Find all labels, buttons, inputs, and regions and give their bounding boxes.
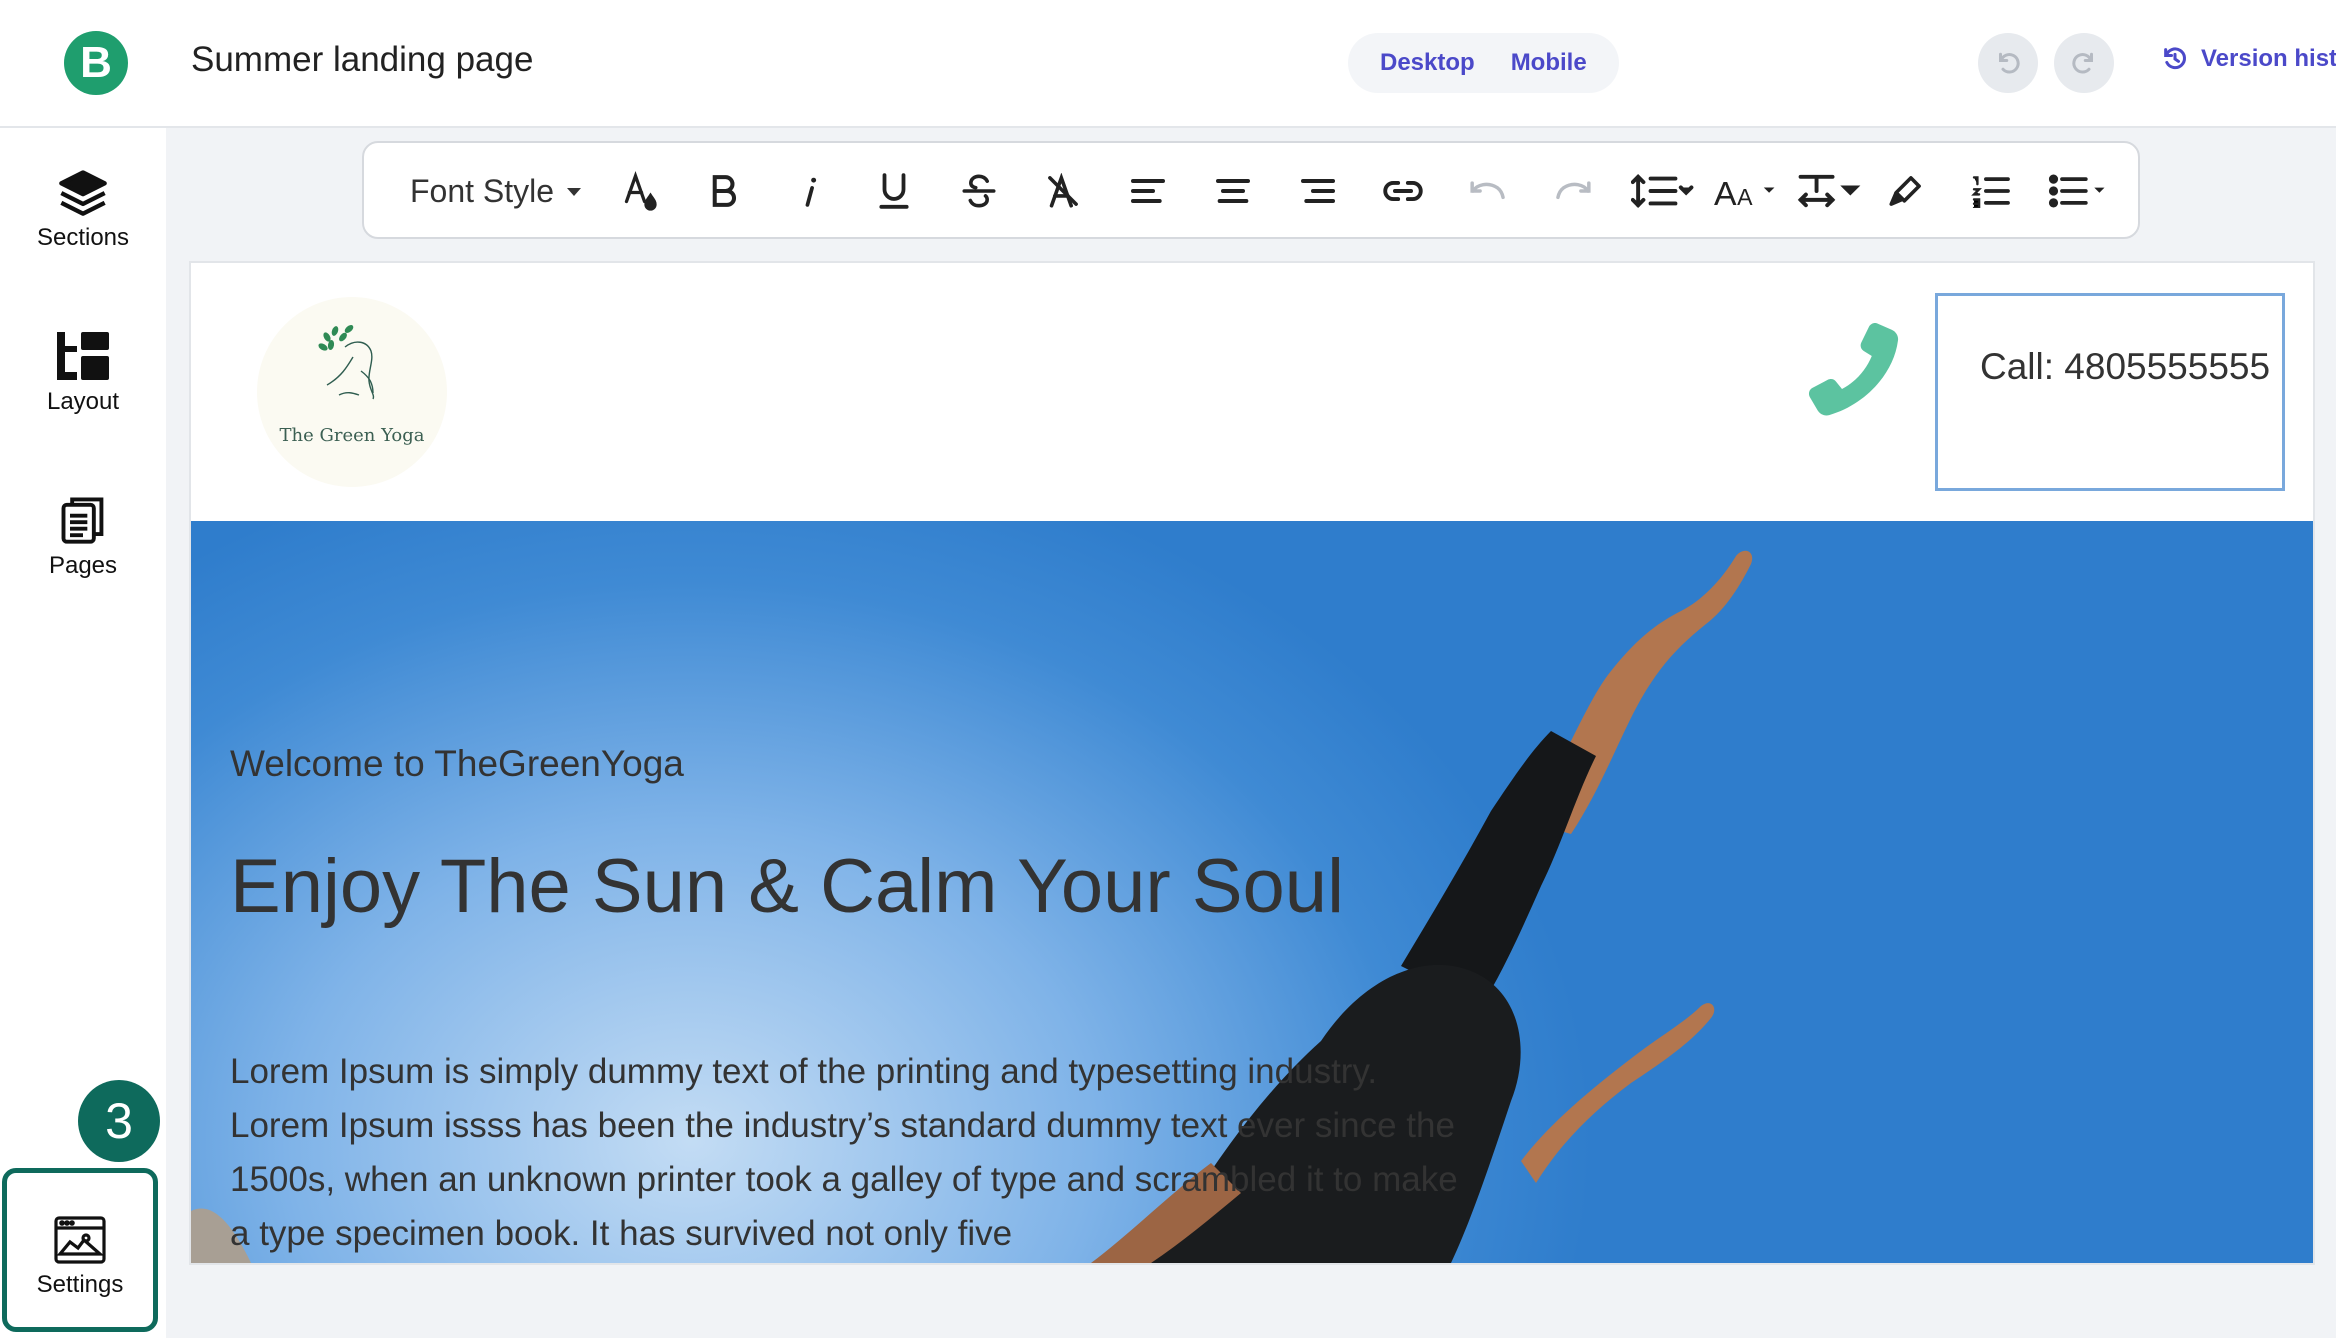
site-logo-text: The Green Yoga [279,425,425,446]
desktop-button[interactable]: Desktop [1362,49,1493,77]
redo-arrow-icon [1556,181,1591,200]
underline-button[interactable] [866,163,922,219]
italic-button[interactable] [781,163,837,219]
sidebar-item-settings[interactable]: Settings [2,1168,158,1332]
mobile-button[interactable]: Mobile [1493,49,1605,77]
numbered-list-button[interactable] [1963,163,2019,219]
site-logo[interactable]: The Green Yoga [257,297,447,487]
svg-text:A: A [1714,175,1737,209]
bullet-list-icon [2048,174,2105,208]
sidebar-item-label: Layout [46,388,120,415]
hero-body-text[interactable]: Lorem Ipsum is simply dummy text of the … [230,1045,1470,1261]
sidebar-item-layout[interactable]: Layout [0,330,166,416]
bullet-list-dropdown[interactable] [2042,163,2116,219]
bold-button[interactable] [696,163,752,219]
bold-icon [712,175,737,207]
text-redo-button[interactable] [1545,163,1601,219]
phone-button[interactable] [1798,317,1908,432]
page-canvas: The Green Yoga Call: 4805555555 Welcome … [191,263,2313,1263]
align-center-icon [1216,179,1250,203]
sidebar-item-sections[interactable]: Sections [0,166,166,252]
sidebar-item-label: Sections [36,224,130,251]
font-size-icon: AA [1714,175,1775,209]
sidebar-item-pages[interactable]: Pages [0,494,166,580]
link-button[interactable] [1375,163,1431,219]
call-text-box[interactable]: Call: 4805555555 [1935,293,2285,491]
step-badge: 3 [78,1080,160,1162]
text-spacing-dropdown[interactable] [1792,163,1866,219]
align-left-button[interactable] [1120,163,1176,219]
text-format-toolbar: Font Style AA [362,141,2140,239]
align-right-button[interactable] [1290,163,1346,219]
version-history-label: Version hist [2201,45,2336,72]
clear-format-icon [1048,173,1078,208]
highlight-button[interactable] [1878,163,1934,219]
align-right-icon [1301,179,1335,203]
hero-subtitle[interactable]: Welcome to TheGreenYoga [230,743,684,785]
underline-icon [879,173,909,209]
call-text: Call: 4805555555 [1980,346,2271,387]
browser-settings-icon [54,1216,106,1264]
redo-button[interactable] [2054,33,2114,93]
layers-icon [59,170,107,216]
hero-section[interactable]: Welcome to TheGreenYoga Enjoy The Sun & … [191,521,2313,1263]
text-color-button[interactable] [612,163,668,219]
top-bar: B Summer landing page Desktop Mobile Ver… [0,0,2336,128]
text-undo-button[interactable] [1460,163,1516,219]
page-title[interactable]: Summer landing page [191,40,533,80]
font-size-dropdown[interactable]: AA [1709,163,1783,219]
highlight-icon [1889,176,1921,206]
italic-icon [805,177,817,207]
align-center-button[interactable] [1205,163,1261,219]
app-logo[interactable]: B [64,31,128,95]
text-spacing-icon [1797,174,1861,208]
undo-arrow-icon [1470,181,1505,200]
caret-down-icon [567,187,582,196]
undo-icon [1999,52,2020,74]
yoga-logo-icon [318,325,375,400]
version-history-button[interactable]: Version hist [2161,45,2336,73]
strikethrough-button[interactable] [951,163,1007,219]
left-sidebar: Sections Layout Pages 3 [0,128,166,1338]
link-icon [1383,180,1423,202]
numbered-list-icon [1971,176,2010,208]
device-toggle: Desktop Mobile [1348,33,1619,93]
strikethrough-icon [962,174,996,208]
redo-icon [2072,52,2093,74]
svg-text:A: A [1737,184,1753,209]
font-style-label: Font Style [410,173,555,209]
clear-format-button[interactable] [1035,163,1091,219]
layout-icon [57,332,109,380]
font-style-dropdown[interactable]: Font Style [410,173,582,210]
text-color-icon [624,171,657,211]
history-icon [2164,47,2186,70]
hero-title[interactable]: Enjoy The Sun & Calm Your Soul [230,843,1344,930]
pages-icon [61,497,104,544]
sidebar-item-label: Pages [48,552,118,579]
sidebar-item-label: Settings [36,1271,124,1298]
phone-icon [1808,323,1899,416]
align-left-icon [1131,179,1165,203]
line-height-dropdown[interactable] [1626,163,1700,219]
line-height-icon [1631,174,1694,208]
undo-button[interactable] [1978,33,2038,93]
